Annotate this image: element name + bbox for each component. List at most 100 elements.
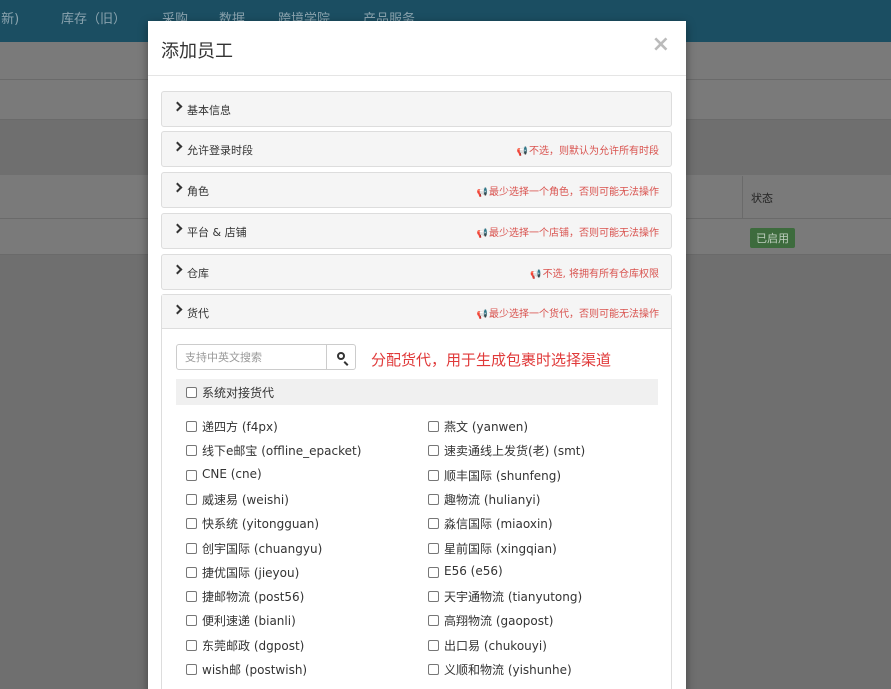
forwarder-option[interactable]: 趣物流 (hulianyi) bbox=[428, 489, 668, 509]
add-employee-modal: 添加员工 × 基本信息 允许登录时段 📢不选，则默认为允许所有时段 角色 📢最少… bbox=[148, 21, 686, 689]
nav-item-inventory-old[interactable]: 库存（旧） bbox=[61, 8, 126, 27]
forwarder-option-checkbox[interactable] bbox=[428, 639, 439, 651]
forwarder-option-checkbox[interactable] bbox=[186, 615, 197, 627]
forwarder-option[interactable]: CNE (cne) bbox=[186, 465, 426, 485]
chevron-right-icon bbox=[172, 264, 183, 275]
forwarder-option[interactable]: 淼信国际 (miaoxin) bbox=[428, 513, 668, 533]
forwarder-option[interactable]: 创宇国际 (chuangyu) bbox=[186, 538, 426, 558]
system-forwarder-checkbox[interactable] bbox=[186, 387, 197, 398]
forwarder-option-checkbox[interactable] bbox=[428, 445, 439, 457]
close-icon[interactable]: × bbox=[652, 34, 670, 56]
forwarder-search bbox=[176, 344, 356, 370]
forwarder-option[interactable]: 捷邮物流 (post56) bbox=[186, 586, 426, 606]
forwarder-option[interactable]: 东莞邮政 (dgpost) bbox=[186, 635, 426, 655]
panel-heading[interactable]: 基本信息 bbox=[162, 92, 671, 126]
forwarder-search-input[interactable] bbox=[176, 344, 327, 370]
forwarder-option-checkbox[interactable] bbox=[428, 421, 439, 432]
forwarder-option-checkbox[interactable] bbox=[186, 639, 197, 651]
megaphone-icon: 📢 bbox=[476, 229, 488, 239]
forwarder-option-checkbox[interactable] bbox=[428, 664, 439, 675]
panel-heading[interactable]: 货代 📢最少选择一个货代，否则可能无法操作 bbox=[162, 295, 671, 329]
chevron-right-icon bbox=[172, 223, 183, 234]
forwarder-option[interactable]: 燕文 (yanwen) bbox=[428, 416, 668, 436]
forwarder-option[interactable]: 出口易 (chukouyi) bbox=[428, 635, 668, 655]
panel-role[interactable]: 角色 📢最少选择一个角色，否则可能无法操作 bbox=[161, 172, 672, 208]
panel-hint: 📢最少选择一个货代，否则可能无法操作 bbox=[476, 309, 659, 320]
forwarder-option-label: E56 (e56) bbox=[444, 563, 503, 578]
forwarder-option-checkbox[interactable] bbox=[428, 493, 439, 505]
megaphone-icon: 📢 bbox=[530, 270, 542, 280]
forwarder-option[interactable]: 速卖通线上发货(老) (smt) bbox=[428, 440, 668, 460]
forwarder-option[interactable]: 快系统 (yitongguan) bbox=[186, 513, 426, 533]
search-button[interactable] bbox=[326, 344, 356, 370]
forwarder-option-label: CNE (cne) bbox=[202, 466, 262, 481]
forwarder-option-label: 创宇国际 (chuangyu) bbox=[202, 541, 323, 556]
system-forwarder-row[interactable]: 系统对接货代 bbox=[176, 379, 658, 405]
forwarder-option[interactable]: 便利速递 (bianli) bbox=[186, 610, 426, 630]
panel-title: 角色 bbox=[187, 185, 209, 198]
chevron-right-icon bbox=[172, 141, 183, 152]
forwarder-option[interactable]: 义顺和物流 (yishunhe) bbox=[428, 659, 668, 679]
forwarder-option-checkbox[interactable] bbox=[428, 566, 439, 578]
forwarder-option-label: 燕文 (yanwen) bbox=[444, 420, 529, 434]
forwarder-option-label: 天宇通物流 (tianyutong) bbox=[444, 590, 583, 605]
panel-heading[interactable]: 允许登录时段 📢不选，则默认为允许所有时段 bbox=[162, 132, 671, 166]
forwarder-option-checkbox[interactable] bbox=[186, 566, 197, 578]
nav-item-new[interactable]: (新) bbox=[0, 8, 19, 27]
forwarder-option[interactable]: 高翔物流 (gaopost) bbox=[428, 610, 668, 630]
forwarder-option[interactable]: 顺丰国际 (shunfeng) bbox=[428, 465, 668, 485]
panel-title: 基本信息 bbox=[187, 104, 231, 117]
forwarder-option-label: 威速易 (weishi) bbox=[202, 492, 289, 507]
forwarder-option-checkbox[interactable] bbox=[186, 493, 197, 505]
forwarder-option-label: 趣物流 (hulianyi) bbox=[444, 492, 541, 507]
forwarder-option-checkbox[interactable] bbox=[186, 542, 197, 554]
forwarder-option-checkbox[interactable] bbox=[186, 445, 197, 457]
forwarder-option-checkbox[interactable] bbox=[428, 591, 439, 603]
forwarder-option[interactable]: 递四方 (f4px) bbox=[186, 416, 426, 436]
forwarder-option-label: 快系统 (yitongguan) bbox=[202, 517, 320, 532]
system-forwarder-label: 系统对接货代 bbox=[202, 386, 275, 400]
panel-hint: 📢最少选择一个店铺，否则可能无法操作 bbox=[476, 228, 659, 239]
forwarder-option-label: 便利速递 (bianli) bbox=[202, 614, 296, 629]
forwarder-option[interactable]: E56 (e56) bbox=[428, 562, 668, 582]
panel-title: 平台 & 店铺 bbox=[187, 226, 247, 239]
panel-login-time[interactable]: 允许登录时段 📢不选，则默认为允许所有时段 bbox=[161, 131, 672, 167]
forwarder-option-checkbox[interactable] bbox=[428, 469, 439, 481]
forwarder-option-checkbox[interactable] bbox=[186, 421, 197, 432]
panel-title: 仓库 bbox=[187, 267, 209, 280]
forwarder-note: 分配货代，用于生成包裹时选择渠道 bbox=[371, 351, 612, 369]
forwarder-option-label: 线下e邮宝 (offline_epacket) bbox=[202, 444, 362, 459]
forwarder-option-label: 速卖通线上发货(老) (smt) bbox=[444, 444, 586, 459]
forwarder-option[interactable]: 天宇通物流 (tianyutong) bbox=[428, 586, 668, 606]
panel-forwarder: 货代 📢最少选择一个货代，否则可能无法操作 分配货代，用于生成包裹时选择渠道 系… bbox=[161, 294, 672, 689]
modal-header: 添加员工 × bbox=[148, 21, 686, 76]
search-icon bbox=[337, 352, 345, 360]
forwarder-option-label: 出口易 (chukouyi) bbox=[444, 638, 547, 653]
forwarder-option[interactable]: 线下e邮宝 (offline_epacket) bbox=[186, 440, 426, 460]
panel-platform-store[interactable]: 平台 & 店铺 📢最少选择一个店铺，否则可能无法操作 bbox=[161, 213, 672, 249]
forwarder-option-label: 星前国际 (xingqian) bbox=[444, 541, 557, 556]
panel-title: 货代 bbox=[187, 307, 209, 320]
table-header-status: 状态 bbox=[742, 176, 891, 218]
status-badge: 已启用 bbox=[750, 228, 795, 248]
panel-heading[interactable]: 平台 & 店铺 📢最少选择一个店铺，否则可能无法操作 bbox=[162, 214, 671, 248]
panel-warehouse[interactable]: 仓库 📢不选, 将拥有所有仓库权限 bbox=[161, 254, 672, 290]
forwarder-option-checkbox[interactable] bbox=[186, 664, 197, 675]
forwarder-option[interactable]: 威速易 (weishi) bbox=[186, 489, 426, 509]
panel-basic-info[interactable]: 基本信息 bbox=[161, 91, 672, 127]
forwarder-option-checkbox[interactable] bbox=[428, 542, 439, 554]
forwarder-option-label: 捷优国际 (jieyou) bbox=[202, 565, 300, 580]
panel-heading[interactable]: 角色 📢最少选择一个角色，否则可能无法操作 bbox=[162, 173, 671, 207]
forwarder-option-checkbox[interactable] bbox=[428, 615, 439, 627]
panel-title: 允许登录时段 bbox=[187, 144, 253, 157]
panel-heading[interactable]: 仓库 📢不选, 将拥有所有仓库权限 bbox=[162, 255, 671, 289]
forwarder-option-checkbox[interactable] bbox=[186, 518, 197, 530]
forwarder-option[interactable]: 捷优国际 (jieyou) bbox=[186, 562, 426, 582]
forwarder-option-checkbox[interactable] bbox=[186, 591, 197, 603]
forwarder-option-checkbox[interactable] bbox=[428, 518, 439, 530]
forwarder-option-label: 高翔物流 (gaopost) bbox=[444, 614, 554, 629]
forwarder-option[interactable]: wish邮 (postwish) bbox=[186, 659, 426, 679]
forwarder-option[interactable]: 星前国际 (xingqian) bbox=[428, 538, 668, 558]
forwarder-option-checkbox[interactable] bbox=[186, 469, 197, 481]
forwarder-option-label: 顺丰国际 (shunfeng) bbox=[444, 468, 562, 483]
